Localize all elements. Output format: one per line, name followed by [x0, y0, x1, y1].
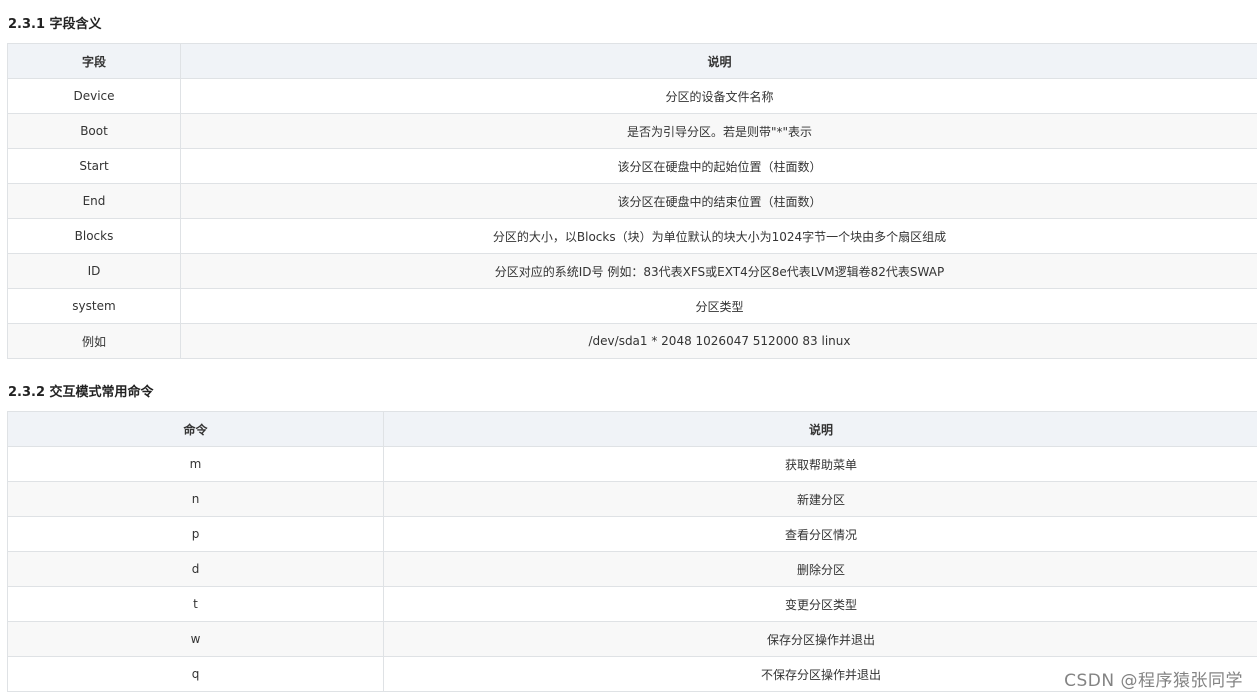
field-description-cell: 分区的大小，以Blocks（块）为单位默认的块大小为1024字节一个块由多个扇区…	[180, 218, 1257, 254]
command-description-cell: 保存分区操作并退出	[383, 621, 1257, 657]
field-description-cell: 分区对应的系统ID号 例如：83代表XFS或EXT4分区8e代表LVM逻辑卷82…	[180, 253, 1257, 289]
command-cell: n	[7, 481, 384, 517]
command-description-cell: 变更分区类型	[383, 586, 1257, 622]
table-row: End 该分区在硬盘中的结束位置（柱面数）	[7, 183, 1257, 219]
table-row: 例如 /dev/sda1 * 2048 1026047 512000 83 li…	[7, 323, 1257, 359]
command-description-cell: 查看分区情况	[383, 516, 1257, 552]
field-name-cell: Boot	[7, 113, 181, 149]
command-cell: t	[7, 586, 384, 622]
column-header-description: 说明	[383, 411, 1257, 447]
table-row: Start 该分区在硬盘中的起始位置（柱面数）	[7, 148, 1257, 184]
field-name-cell: system	[7, 288, 181, 324]
field-description-cell: /dev/sda1 * 2048 1026047 512000 83 linux	[180, 323, 1257, 359]
field-name-cell: End	[7, 183, 181, 219]
table-row: Blocks 分区的大小，以Blocks（块）为单位默认的块大小为1024字节一…	[7, 218, 1257, 254]
interactive-commands-table: 命令 说明 m 获取帮助菜单 n 新建分区 p 查看分区情况 d 删除分区 t …	[7, 411, 1257, 692]
field-description-cell: 是否为引导分区。若是则带"*"表示	[180, 113, 1257, 149]
field-description-cell: 分区的设备文件名称	[180, 78, 1257, 114]
field-description-cell: 分区类型	[180, 288, 1257, 324]
table-row: m 获取帮助菜单	[7, 446, 1257, 482]
column-header-command: 命令	[7, 411, 384, 447]
command-cell: q	[7, 656, 384, 692]
table-row: t 变更分区类型	[7, 586, 1257, 622]
column-header-field: 字段	[7, 43, 181, 79]
table-row: d 删除分区	[7, 551, 1257, 587]
table-row: w 保存分区操作并退出	[7, 621, 1257, 657]
command-description-cell: 获取帮助菜单	[383, 446, 1257, 482]
table-row: system 分区类型	[7, 288, 1257, 324]
csdn-watermark: CSDN @程序猿张同学	[1064, 671, 1243, 691]
command-cell: p	[7, 516, 384, 552]
field-name-cell: ID	[7, 253, 181, 289]
table-row: Device 分区的设备文件名称	[7, 78, 1257, 114]
command-cell: w	[7, 621, 384, 657]
table-row: n 新建分区	[7, 481, 1257, 517]
field-meaning-table: 字段 说明 Device 分区的设备文件名称 Boot 是否为引导分区。若是则带…	[7, 43, 1257, 359]
field-name-cell: Blocks	[7, 218, 181, 254]
field-description-cell: 该分区在硬盘中的结束位置（柱面数）	[180, 183, 1257, 219]
table-row: p 查看分区情况	[7, 516, 1257, 552]
command-cell: m	[7, 446, 384, 482]
command-cell: d	[7, 551, 384, 587]
section-title-interactive-commands: 2.3.2 交互模式常用命令	[8, 385, 154, 400]
field-name-cell: 例如	[7, 323, 181, 359]
table-row: ID 分区对应的系统ID号 例如：83代表XFS或EXT4分区8e代表LVM逻辑…	[7, 253, 1257, 289]
field-name-cell: Device	[7, 78, 181, 114]
field-description-cell: 该分区在硬盘中的起始位置（柱面数）	[180, 148, 1257, 184]
command-description-cell: 删除分区	[383, 551, 1257, 587]
column-header-description: 说明	[180, 43, 1257, 79]
table-header-row: 命令 说明	[7, 411, 1257, 447]
table-header-row: 字段 说明	[7, 43, 1257, 79]
section-title-field-meaning: 2.3.1 字段含义	[8, 17, 102, 32]
table-row: Boot 是否为引导分区。若是则带"*"表示	[7, 113, 1257, 149]
command-description-cell: 新建分区	[383, 481, 1257, 517]
field-name-cell: Start	[7, 148, 181, 184]
